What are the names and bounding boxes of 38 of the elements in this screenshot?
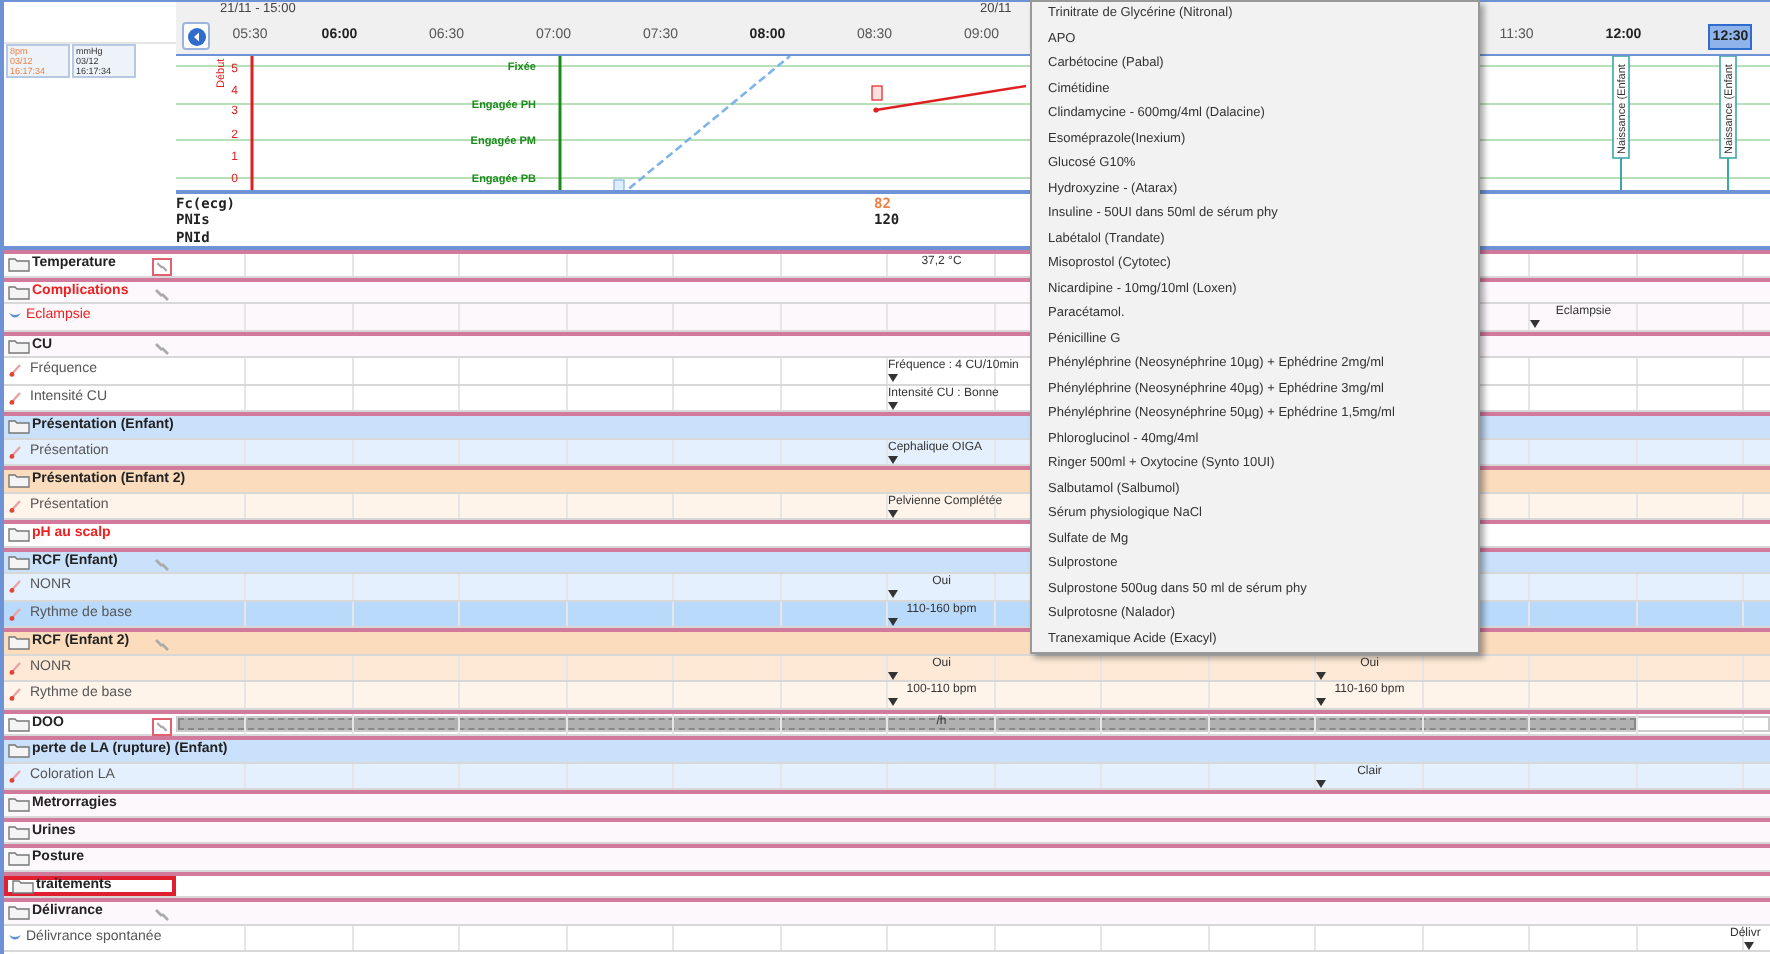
folder-icon: [8, 715, 30, 732]
link-icon[interactable]: [152, 717, 172, 735]
folder-icon: [8, 823, 30, 840]
pencil-icon: [8, 767, 26, 784]
pencil-icon: [8, 389, 26, 406]
point-icon: [871, 84, 883, 100]
previous-button[interactable]: [182, 22, 210, 51]
drop-icon: [8, 310, 22, 323]
marker-line: [558, 55, 562, 190]
folder-icon: [8, 904, 30, 921]
folder-icon: [8, 526, 30, 543]
pencil-icon: [8, 578, 26, 595]
folder-icon: [8, 256, 30, 273]
pencil-icon: [8, 497, 26, 514]
link-icon[interactable]: [152, 285, 172, 303]
link-icon[interactable]: [152, 555, 172, 573]
link-icon[interactable]: [152, 636, 172, 654]
folder-icon: [8, 472, 30, 489]
link-icon[interactable]: [152, 906, 172, 924]
point-icon: [613, 178, 625, 190]
link-icon[interactable]: [152, 339, 172, 357]
pencil-icon: [8, 686, 26, 703]
pencil-icon: [8, 362, 26, 379]
link-icon[interactable]: [152, 258, 172, 276]
folder-icon: [8, 634, 30, 651]
folder-icon: [12, 877, 34, 894]
drop-icon: [8, 931, 22, 944]
folder-icon: [8, 418, 30, 435]
pencil-icon: [8, 443, 26, 460]
pencil-icon: [8, 605, 26, 622]
folder-icon: [8, 796, 30, 813]
folder-icon: [8, 742, 30, 759]
folder-icon: [8, 283, 30, 300]
folder-icon: [8, 850, 30, 867]
folder-icon: [8, 553, 30, 570]
folder-icon: [8, 337, 30, 354]
start-line: [250, 55, 254, 190]
pencil-icon: [8, 659, 26, 676]
